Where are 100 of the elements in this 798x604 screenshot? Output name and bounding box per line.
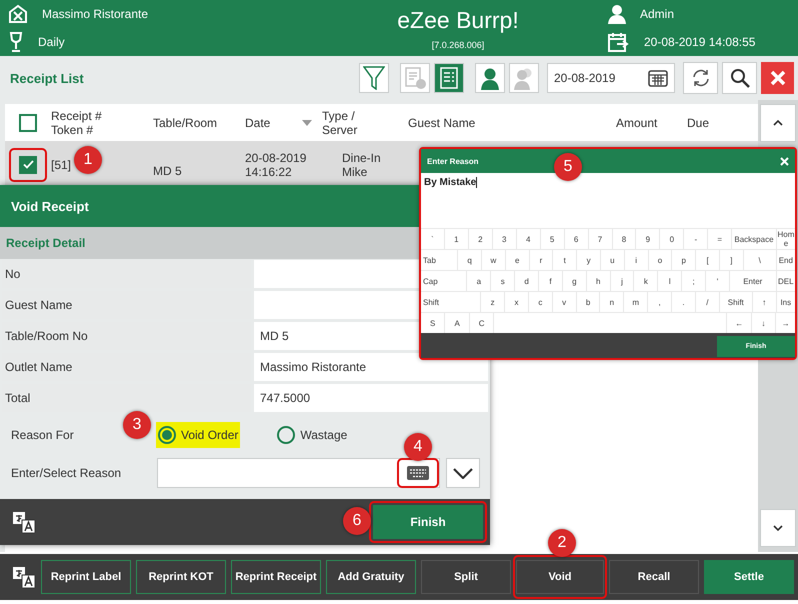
action-button[interactable]: Settle: [704, 560, 794, 594]
select-all-checkbox[interactable]: [19, 114, 37, 132]
reason-field[interactable]: [157, 458, 440, 488]
column-header[interactable]: Receipt # Token #: [51, 108, 102, 136]
dropdown-button[interactable]: [446, 458, 480, 488]
view-toggle[interactable]: [475, 63, 505, 93]
keyboard-key[interactable]: -: [684, 229, 708, 249]
view-toggle[interactable]: [400, 63, 430, 93]
keyboard-key[interactable]: q: [458, 250, 481, 270]
radio-option[interactable]: Wastage: [275, 422, 350, 448]
keyboard-key[interactable]: ↑: [752, 292, 776, 312]
action-button[interactable]: Add Gratuity: [326, 560, 416, 594]
view-toggle[interactable]: [434, 63, 464, 93]
column-header[interactable]: Type / Server: [322, 108, 358, 136]
finish-button[interactable]: Finish: [373, 505, 483, 539]
column-header[interactable]: Due: [687, 116, 710, 130]
action-button[interactable]: Reprint KOT: [136, 560, 226, 594]
keyboard-key[interactable]: c: [528, 292, 552, 312]
keyboard-key[interactable]: 5: [540, 229, 564, 249]
keyboard-key[interactable]: `: [421, 229, 444, 249]
keyboard-key[interactable]: 9: [636, 229, 660, 249]
keyboard-key[interactable]: x: [505, 292, 528, 312]
keyboard-key[interactable]: Backspace: [732, 229, 776, 249]
action-button[interactable]: Reprint Label: [41, 560, 131, 594]
reason-text[interactable]: By Mistake: [424, 177, 476, 188]
filter-button[interactable]: [359, 63, 389, 93]
reason-field-label: Enter/Select Reason: [11, 466, 122, 480]
keyboard-key[interactable]: r: [530, 250, 552, 270]
action-button[interactable]: Void: [516, 560, 604, 594]
keyboard-key[interactable]: [: [696, 250, 719, 270]
keyboard-key[interactable]: p: [672, 250, 696, 270]
search-button[interactable]: [722, 62, 757, 94]
search-icon: [730, 68, 750, 88]
keyboard-key[interactable]: =: [708, 229, 732, 249]
keyboard-key[interactable]: C: [470, 313, 494, 333]
keyboard-key[interactable]: g: [562, 271, 586, 291]
keyboard-key[interactable]: u: [600, 250, 624, 270]
keyboard-key[interactable]: i: [624, 250, 648, 270]
keyboard-key[interactable]: s: [491, 271, 514, 291]
keyboard-key[interactable]: h: [586, 271, 610, 291]
keyboard-key[interactable]: ]: [720, 250, 743, 270]
keyboard-key[interactable]: w: [482, 250, 505, 270]
keyboard-key[interactable]: 3: [492, 229, 516, 249]
keyboard-key[interactable]: End: [776, 250, 795, 270]
radio-option[interactable]: Void Order: [156, 422, 240, 448]
keyboard-key[interactable]: Shift: [720, 292, 752, 312]
keyboard-key[interactable]: a: [467, 271, 490, 291]
keyboard-key[interactable]: 7: [588, 229, 612, 249]
keyboard-key[interactable]: Ins: [776, 292, 795, 312]
keyboard-key[interactable]: b: [576, 292, 600, 312]
keyboard-key[interactable]: e: [506, 250, 529, 270]
action-button[interactable]: Recall: [609, 560, 699, 594]
keyboard-key[interactable]: →: [776, 313, 795, 333]
keyboard-key[interactable]: f: [539, 271, 562, 291]
keyboard-key[interactable]: 0: [660, 229, 684, 249]
keyboard-key[interactable]: t: [553, 250, 576, 270]
column-header[interactable]: Table/Room: [153, 116, 218, 130]
keyboard-key[interactable]: 8: [612, 229, 636, 249]
row-checkbox[interactable]: [19, 156, 37, 174]
keyboard-key[interactable]: o: [648, 250, 672, 270]
keyboard-key[interactable]: DEL: [776, 271, 795, 291]
keyboard-key[interactable]: 6: [564, 229, 588, 249]
keyboard-key[interactable]: ,: [648, 292, 672, 312]
keyboard-key[interactable]: k: [634, 271, 658, 291]
keyboard-key[interactable]: ↓: [752, 313, 776, 333]
action-button[interactable]: Split: [421, 560, 511, 594]
view-toggle[interactable]: [509, 63, 539, 93]
column-header[interactable]: Amount: [616, 116, 658, 130]
keyboard-key[interactable]: 1: [444, 229, 468, 249]
keyboard-key[interactable]: d: [515, 271, 538, 291]
column-header[interactable]: Guest Name: [408, 116, 476, 130]
keyboard-key[interactable]: 4: [516, 229, 540, 249]
keyboard-key[interactable]: Enter: [730, 271, 776, 291]
column-header[interactable]: Date: [245, 116, 270, 130]
keyboard-key[interactable]: A: [445, 313, 469, 333]
keyboard-key[interactable]: Shift: [421, 292, 480, 312]
keyboard-key[interactable]: Tab: [421, 250, 458, 270]
keyboard-key[interactable]: \: [744, 250, 776, 270]
action-button[interactable]: Reprint Receipt: [231, 560, 321, 594]
keyboard-key[interactable]: ': [706, 271, 729, 291]
keyboard-key[interactable]: .: [672, 292, 695, 312]
keyboard-key[interactable]: z: [481, 292, 504, 312]
refresh-button[interactable]: [683, 62, 718, 94]
keyboard-key[interactable]: ;: [682, 271, 706, 291]
keyboard-key[interactable]: n: [600, 292, 624, 312]
keyboard-key[interactable]: Home: [776, 229, 796, 249]
close-icon[interactable]: [780, 156, 789, 166]
table-cell: 20-08-2019 14:16:22: [245, 150, 306, 178]
keyboard-key[interactable]: y: [577, 250, 600, 270]
keyboard-key[interactable]: Cap: [421, 271, 466, 291]
keyboard-key[interactable]: j: [610, 271, 634, 291]
keyboard-key[interactable]: S: [421, 313, 444, 333]
keyboard-key[interactable]: 2: [468, 229, 492, 249]
close-button[interactable]: [761, 62, 794, 94]
keyboard-key[interactable]: m: [624, 292, 648, 312]
date-field[interactable]: 20-08-2019: [547, 63, 675, 93]
keyboard-key[interactable]: v: [552, 292, 576, 312]
keyboard-key[interactable]: /: [696, 292, 719, 312]
keyboard-key[interactable]: l: [658, 271, 682, 291]
keyboard-key[interactable]: ←: [727, 313, 751, 333]
